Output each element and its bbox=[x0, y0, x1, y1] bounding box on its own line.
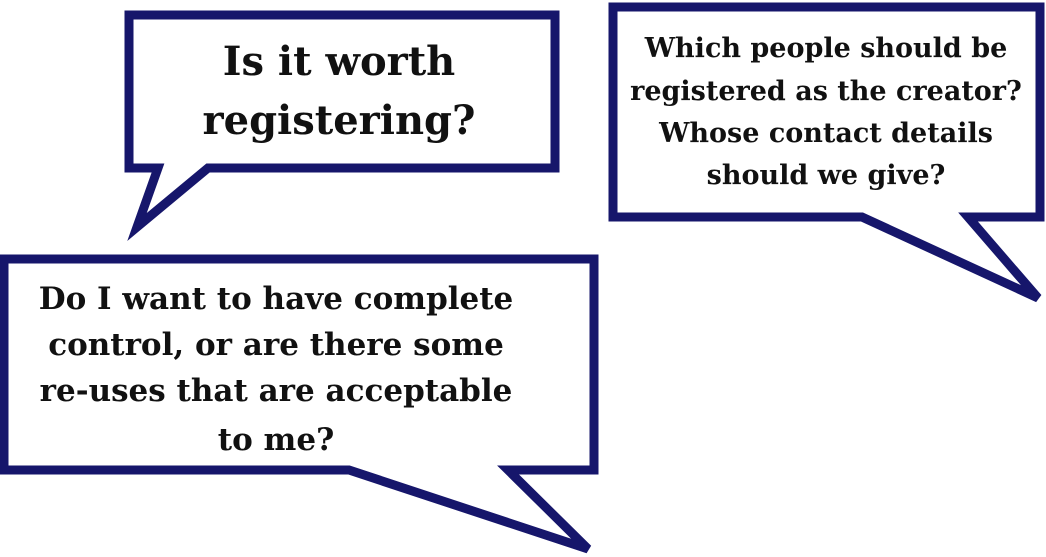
speech-bubble-control-reuse: Do I want to have complete control, or a… bbox=[0, 254, 599, 554]
speech-bubbles-diagram: Is it worth registering? Which people sh… bbox=[0, 2, 1045, 554]
bubble-text-line: registering? bbox=[203, 97, 476, 144]
bubble-text-line: Whose contact details bbox=[658, 118, 993, 149]
bubble-text-line: re-uses that are acceptable bbox=[40, 373, 513, 409]
bubble-text-line: Which people should be bbox=[644, 33, 1008, 64]
bubble-text-line: should we give? bbox=[707, 160, 946, 191]
speech-bubble-creator-contact: Which people should be registered as the… bbox=[608, 2, 1045, 303]
bubble-text-line: Is it worth bbox=[223, 38, 456, 85]
bubble-text-line: control, or are there some bbox=[48, 327, 504, 363]
bubble-text-line: Do I want to have complete bbox=[39, 281, 514, 317]
bubble-text-line: registered as the creator? bbox=[630, 76, 1022, 107]
speech-bubble-worth-registering: Is it worth registering? bbox=[124, 10, 560, 241]
bubble-text-line: to me? bbox=[218, 422, 334, 458]
